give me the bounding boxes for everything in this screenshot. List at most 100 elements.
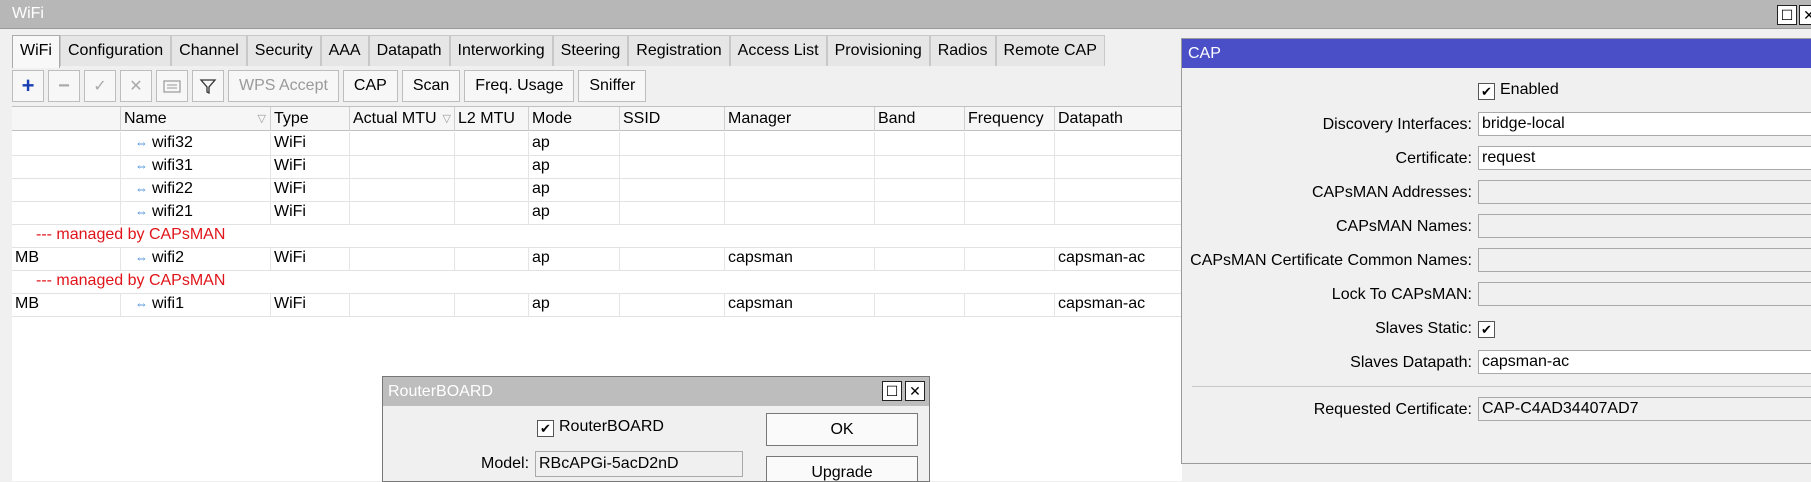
capsman-common-names-field[interactable]	[1478, 248, 1811, 272]
wps-accept-button[interactable]: WPS Accept	[228, 70, 339, 102]
certificate-field[interactable]: request	[1478, 146, 1811, 170]
ok-button[interactable]: OK	[766, 413, 918, 446]
cap-titlebar: CAP	[1182, 39, 1811, 68]
requested-certificate-field[interactable]: CAP-C4AD34407AD7	[1478, 397, 1811, 421]
freq-usage-button[interactable]: Freq. Usage	[464, 70, 575, 102]
column-header-frequency[interactable]: Frequency	[965, 107, 1055, 131]
tab-channel[interactable]: Channel	[171, 35, 247, 66]
column-header-manager[interactable]: Manager	[725, 107, 875, 131]
cell-l2-mtu	[455, 247, 529, 270]
enabled-checkbox[interactable]: ✔	[1478, 83, 1495, 100]
column-header-band[interactable]: Band	[875, 107, 965, 131]
table-row[interactable]: ⇔ wifi22 WiFi ap	[12, 178, 1182, 202]
scan-button[interactable]: Scan	[401, 70, 461, 102]
tab-bar: WiFi Configuration Channel Security AAA …	[12, 35, 1105, 68]
filter-icon[interactable]	[192, 70, 224, 102]
table-row[interactable]: ⇔ wifi21 WiFi ap	[12, 201, 1182, 225]
capsman-addresses-label: CAPsMAN Addresses:	[1311, 184, 1472, 201]
cell-band	[875, 247, 965, 270]
column-header-name[interactable]: Name ▽	[121, 107, 271, 131]
interface-icon: ⇔	[135, 181, 148, 196]
sort-icon: ▽	[257, 113, 266, 125]
model-field[interactable]: RBcAPGi-5acD2nD	[535, 451, 743, 477]
column-header-mode[interactable]: Mode	[529, 107, 620, 131]
column-header-l2-mtu[interactable]: L2 MTU	[455, 107, 529, 131]
table-row[interactable]: MB ⇔ wifi1 WiFi ap capsman capsman-ac	[12, 293, 1182, 317]
tab-provisioning[interactable]: Provisioning	[826, 35, 930, 66]
cell-name-text: wifi32	[152, 134, 193, 151]
cell-actual-mtu	[350, 178, 455, 201]
cell-actual-mtu	[350, 247, 455, 270]
cell-datapath	[1055, 201, 1182, 224]
cell-l2-mtu	[455, 132, 529, 155]
cell-manager	[725, 155, 875, 178]
cell-datapath	[1055, 132, 1182, 155]
column-header-datapath[interactable]: Datapath	[1055, 107, 1182, 131]
tab-wifi[interactable]: WiFi	[12, 35, 60, 68]
sort-icon: ▽	[442, 113, 451, 125]
column-header-flags[interactable]	[12, 107, 121, 131]
maximize-icon[interactable]: ☐	[1777, 5, 1797, 25]
tab-steering[interactable]: Steering	[552, 35, 629, 66]
tab-interworking[interactable]: Interworking	[449, 35, 553, 66]
requested-certificate-label: Requested Certificate:	[1313, 401, 1472, 418]
table-row[interactable]: MB ⇔ wifi2 WiFi ap capsman capsman-ac	[12, 247, 1182, 271]
cell-flags	[12, 132, 121, 155]
tab-access-list[interactable]: Access List	[729, 35, 827, 66]
tab-remote-cap[interactable]: Remote CAP	[995, 35, 1105, 66]
close-icon[interactable]: ✕	[905, 381, 925, 401]
window-titlebar: WiFi ☐ ✕	[0, 0, 1811, 29]
table-row[interactable]: ⇔ wifi32 WiFi ap	[12, 132, 1182, 156]
close-icon[interactable]: ✕	[1799, 5, 1811, 25]
cell-mode: ap	[529, 178, 620, 201]
maximize-icon[interactable]: ☐	[882, 381, 902, 401]
slaves-static-checkbox[interactable]: ✔	[1478, 321, 1495, 338]
cap-button[interactable]: CAP	[342, 70, 398, 102]
cell-actual-mtu	[350, 132, 455, 155]
routerboard-checkbox[interactable]: ✔	[537, 420, 554, 437]
tab-security[interactable]: Security	[246, 35, 321, 66]
capsman-addresses-field[interactable]	[1478, 180, 1811, 204]
comment-row[interactable]: --- managed by CAPsMAN	[12, 270, 1182, 294]
capsman-names-field[interactable]	[1478, 214, 1811, 238]
tab-aaa[interactable]: AAA	[320, 35, 369, 66]
cell-flags: MB	[12, 293, 121, 316]
upgrade-button[interactable]: Upgrade	[766, 456, 918, 481]
cell-frequency	[965, 247, 1055, 270]
discovery-interfaces-field[interactable]: bridge-local	[1478, 112, 1811, 136]
cell-actual-mtu	[350, 293, 455, 316]
row-comment: --- managed by CAPsMAN	[36, 272, 226, 289]
slaves-datapath-field[interactable]: capsman-ac	[1478, 350, 1811, 374]
tab-datapath[interactable]: Datapath	[368, 35, 450, 66]
cell-manager: capsman	[725, 247, 875, 270]
cell-flags	[12, 201, 121, 224]
column-header-ssid[interactable]: SSID	[620, 107, 725, 131]
cell-l2-mtu	[455, 155, 529, 178]
cell-flags: MB	[12, 247, 121, 270]
cell-ssid	[620, 178, 725, 201]
cell-frequency	[965, 201, 1055, 224]
table-row[interactable]: ⇔ wifi31 WiFi ap	[12, 155, 1182, 179]
cell-type: WiFi	[271, 178, 350, 201]
cell-band	[875, 178, 965, 201]
add-icon[interactable]: +	[12, 70, 44, 102]
tab-configuration[interactable]: Configuration	[59, 35, 172, 66]
comment-row[interactable]: --- managed by CAPsMAN	[12, 224, 1182, 248]
disable-icon[interactable]: ✕	[120, 70, 152, 102]
sniffer-button[interactable]: Sniffer	[578, 70, 647, 102]
lock-to-capsman-field[interactable]	[1478, 282, 1811, 306]
cell-manager	[725, 178, 875, 201]
cell-flags	[12, 178, 121, 201]
cell-mode: ap	[529, 293, 620, 316]
cell-name-text: wifi31	[152, 157, 193, 174]
enable-icon[interactable]: ✓	[84, 70, 116, 102]
interface-icon: ⇔	[135, 135, 148, 150]
remove-icon[interactable]: −	[48, 70, 80, 102]
column-header-type[interactable]: Type	[271, 107, 350, 131]
column-header-actual-mtu[interactable]: Actual MTU ▽	[350, 107, 455, 131]
cell-datapath	[1055, 155, 1182, 178]
tab-radios[interactable]: Radios	[929, 35, 996, 66]
cell-datapath: capsman-ac	[1058, 249, 1146, 266]
comment-icon[interactable]	[156, 70, 188, 102]
tab-registration[interactable]: Registration	[628, 35, 730, 66]
